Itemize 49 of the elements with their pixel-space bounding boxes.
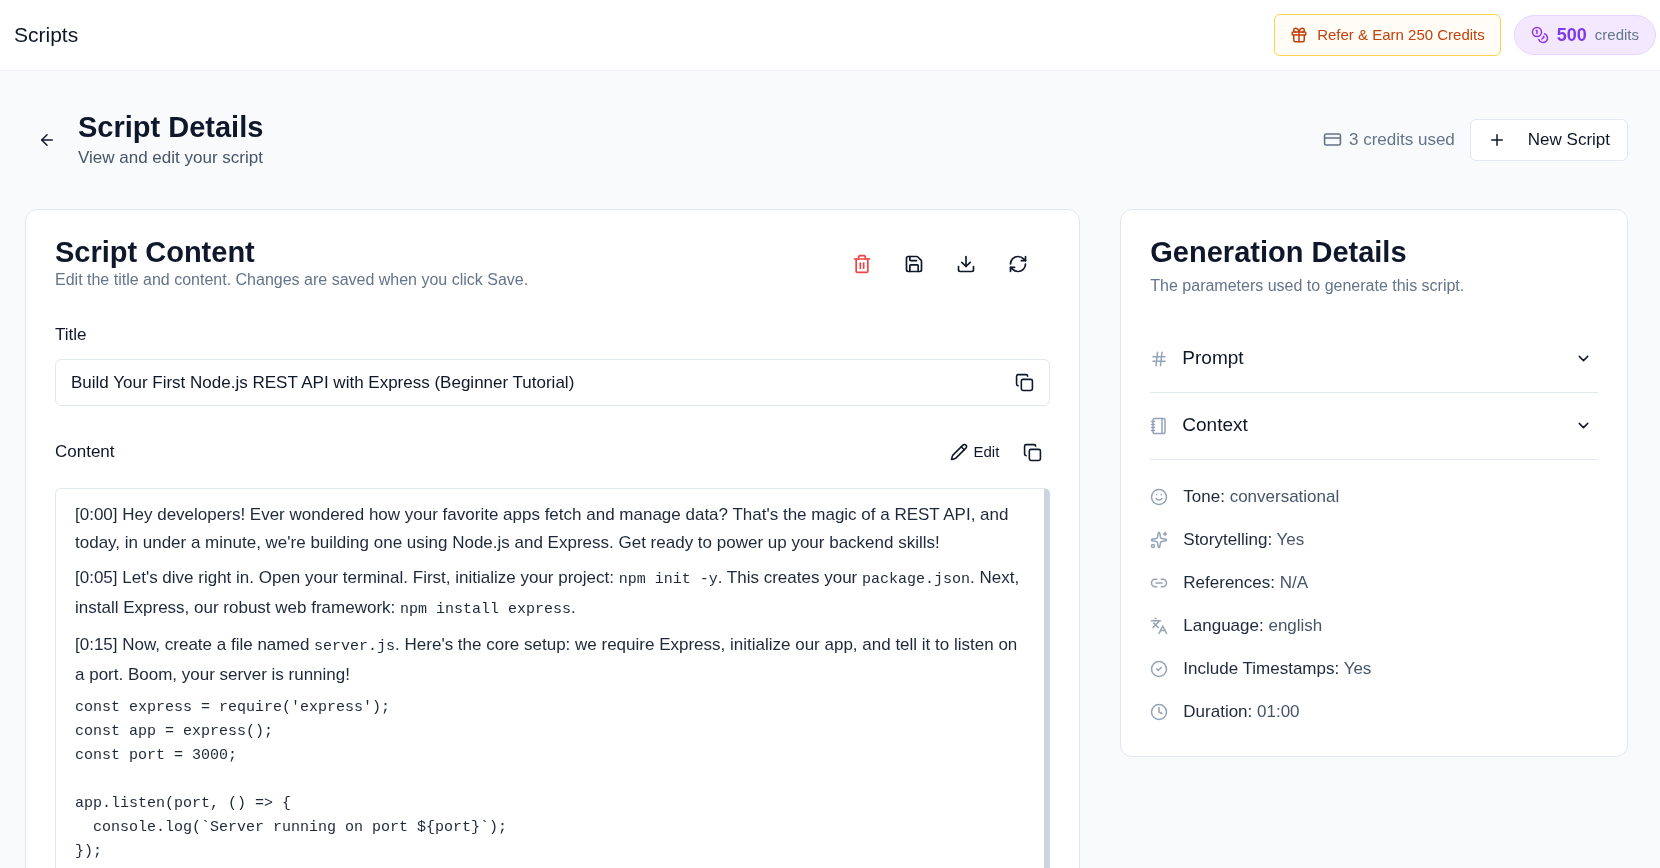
- accordion-header[interactable]: Prompt: [1150, 325, 1598, 393]
- card-subtitle: The parameters used to generate this script.: [1150, 275, 1466, 296]
- detail-text: References: N/A: [1183, 572, 1309, 595]
- notebook-icon: [1150, 416, 1169, 435]
- edit-button[interactable]: Edit: [950, 440, 1000, 464]
- content-label: Content: [55, 441, 115, 464]
- title-label: Title: [55, 323, 88, 346]
- gift-icon: [1290, 26, 1309, 44]
- delete-icon[interactable]: [852, 253, 873, 274]
- detail-text: Duration: 01:00: [1183, 701, 1300, 724]
- detail-text: Tone: conversational: [1183, 486, 1340, 509]
- download-icon[interactable]: [956, 253, 977, 274]
- translate-icon: [1150, 617, 1169, 635]
- detail-text: Include Timestamps: Yes: [1183, 658, 1372, 681]
- page-title: Scripts: [14, 22, 79, 49]
- card-title: Script Content: [55, 235, 256, 268]
- detail-text: Language: english: [1183, 615, 1323, 638]
- card-subtitle: Edit the title and content. Changes are saved when you click Save.: [55, 269, 529, 290]
- content-field[interactable]: [55, 488, 1051, 868]
- save-icon[interactable]: [904, 253, 925, 274]
- script-paragraph: [0:15] Now, create a file named server.js. Here's the core setup: we require Express, initialize our app, and tell it to listen on a port. Boom, your server is running!: [75, 634, 1019, 686]
- check-circle-icon: [1150, 660, 1169, 678]
- code-text: app.listen(port, () => { console.log(`Server running on port ${port}`); });: [75, 794, 509, 862]
- copy-icon[interactable]: [1023, 442, 1043, 462]
- refer-button[interactable]: Refer & Earn 250 Credits: [1274, 14, 1501, 56]
- credits-unit: credits: [1594, 24, 1639, 45]
- new-script-button[interactable]: New Script: [1469, 118, 1628, 161]
- accordion-label: Context: [1182, 413, 1248, 438]
- credits-amount: 500: [1556, 23, 1587, 47]
- accordion-label: Prompt: [1182, 346, 1244, 371]
- pencil-icon: [950, 443, 969, 461]
- hash-icon: [1150, 349, 1169, 368]
- smile-icon: [1150, 488, 1169, 506]
- coins-icon: [1530, 26, 1549, 44]
- script-paragraph: [0:05] Let's dive right in. Open your terminal. First, initialize your project: npm init -y. This creates your package.json. Next, install Express, our robust web framework: npm install express.: [75, 567, 1021, 620]
- copy-icon[interactable]: [1015, 373, 1035, 392]
- clock-icon: [1150, 703, 1169, 721]
- title-value: Build Your First Node.js REST API with Express (Beginner Tutorial): [71, 371, 575, 394]
- refresh-icon[interactable]: [1008, 253, 1029, 274]
- sparkles-icon: [1150, 531, 1169, 549]
- details-subtitle: View and edit your script: [78, 147, 264, 169]
- title-field[interactable]: Build Your First Node.js REST API with Express (Beginner Tutorial): [55, 359, 1051, 406]
- details-title: Script Details: [78, 110, 264, 145]
- code-text: const express = require('express'); const app = express(); const port = 3000;: [75, 698, 392, 766]
- detail-text: Storytelling: Yes: [1183, 529, 1305, 552]
- accordion-header[interactable]: Context: [1150, 392, 1598, 460]
- script-paragraph: [0:00] Hey developers! Ever wondered how your favorite apps fetch and manage data? That's the magic of a REST API, and today, in under a minute, we're building one using Node.js and Express. Get ready to power up your backend skills!: [75, 504, 1010, 554]
- card-title: Generation Details: [1150, 235, 1408, 268]
- credits-used: 3 credits used: [1348, 129, 1455, 151]
